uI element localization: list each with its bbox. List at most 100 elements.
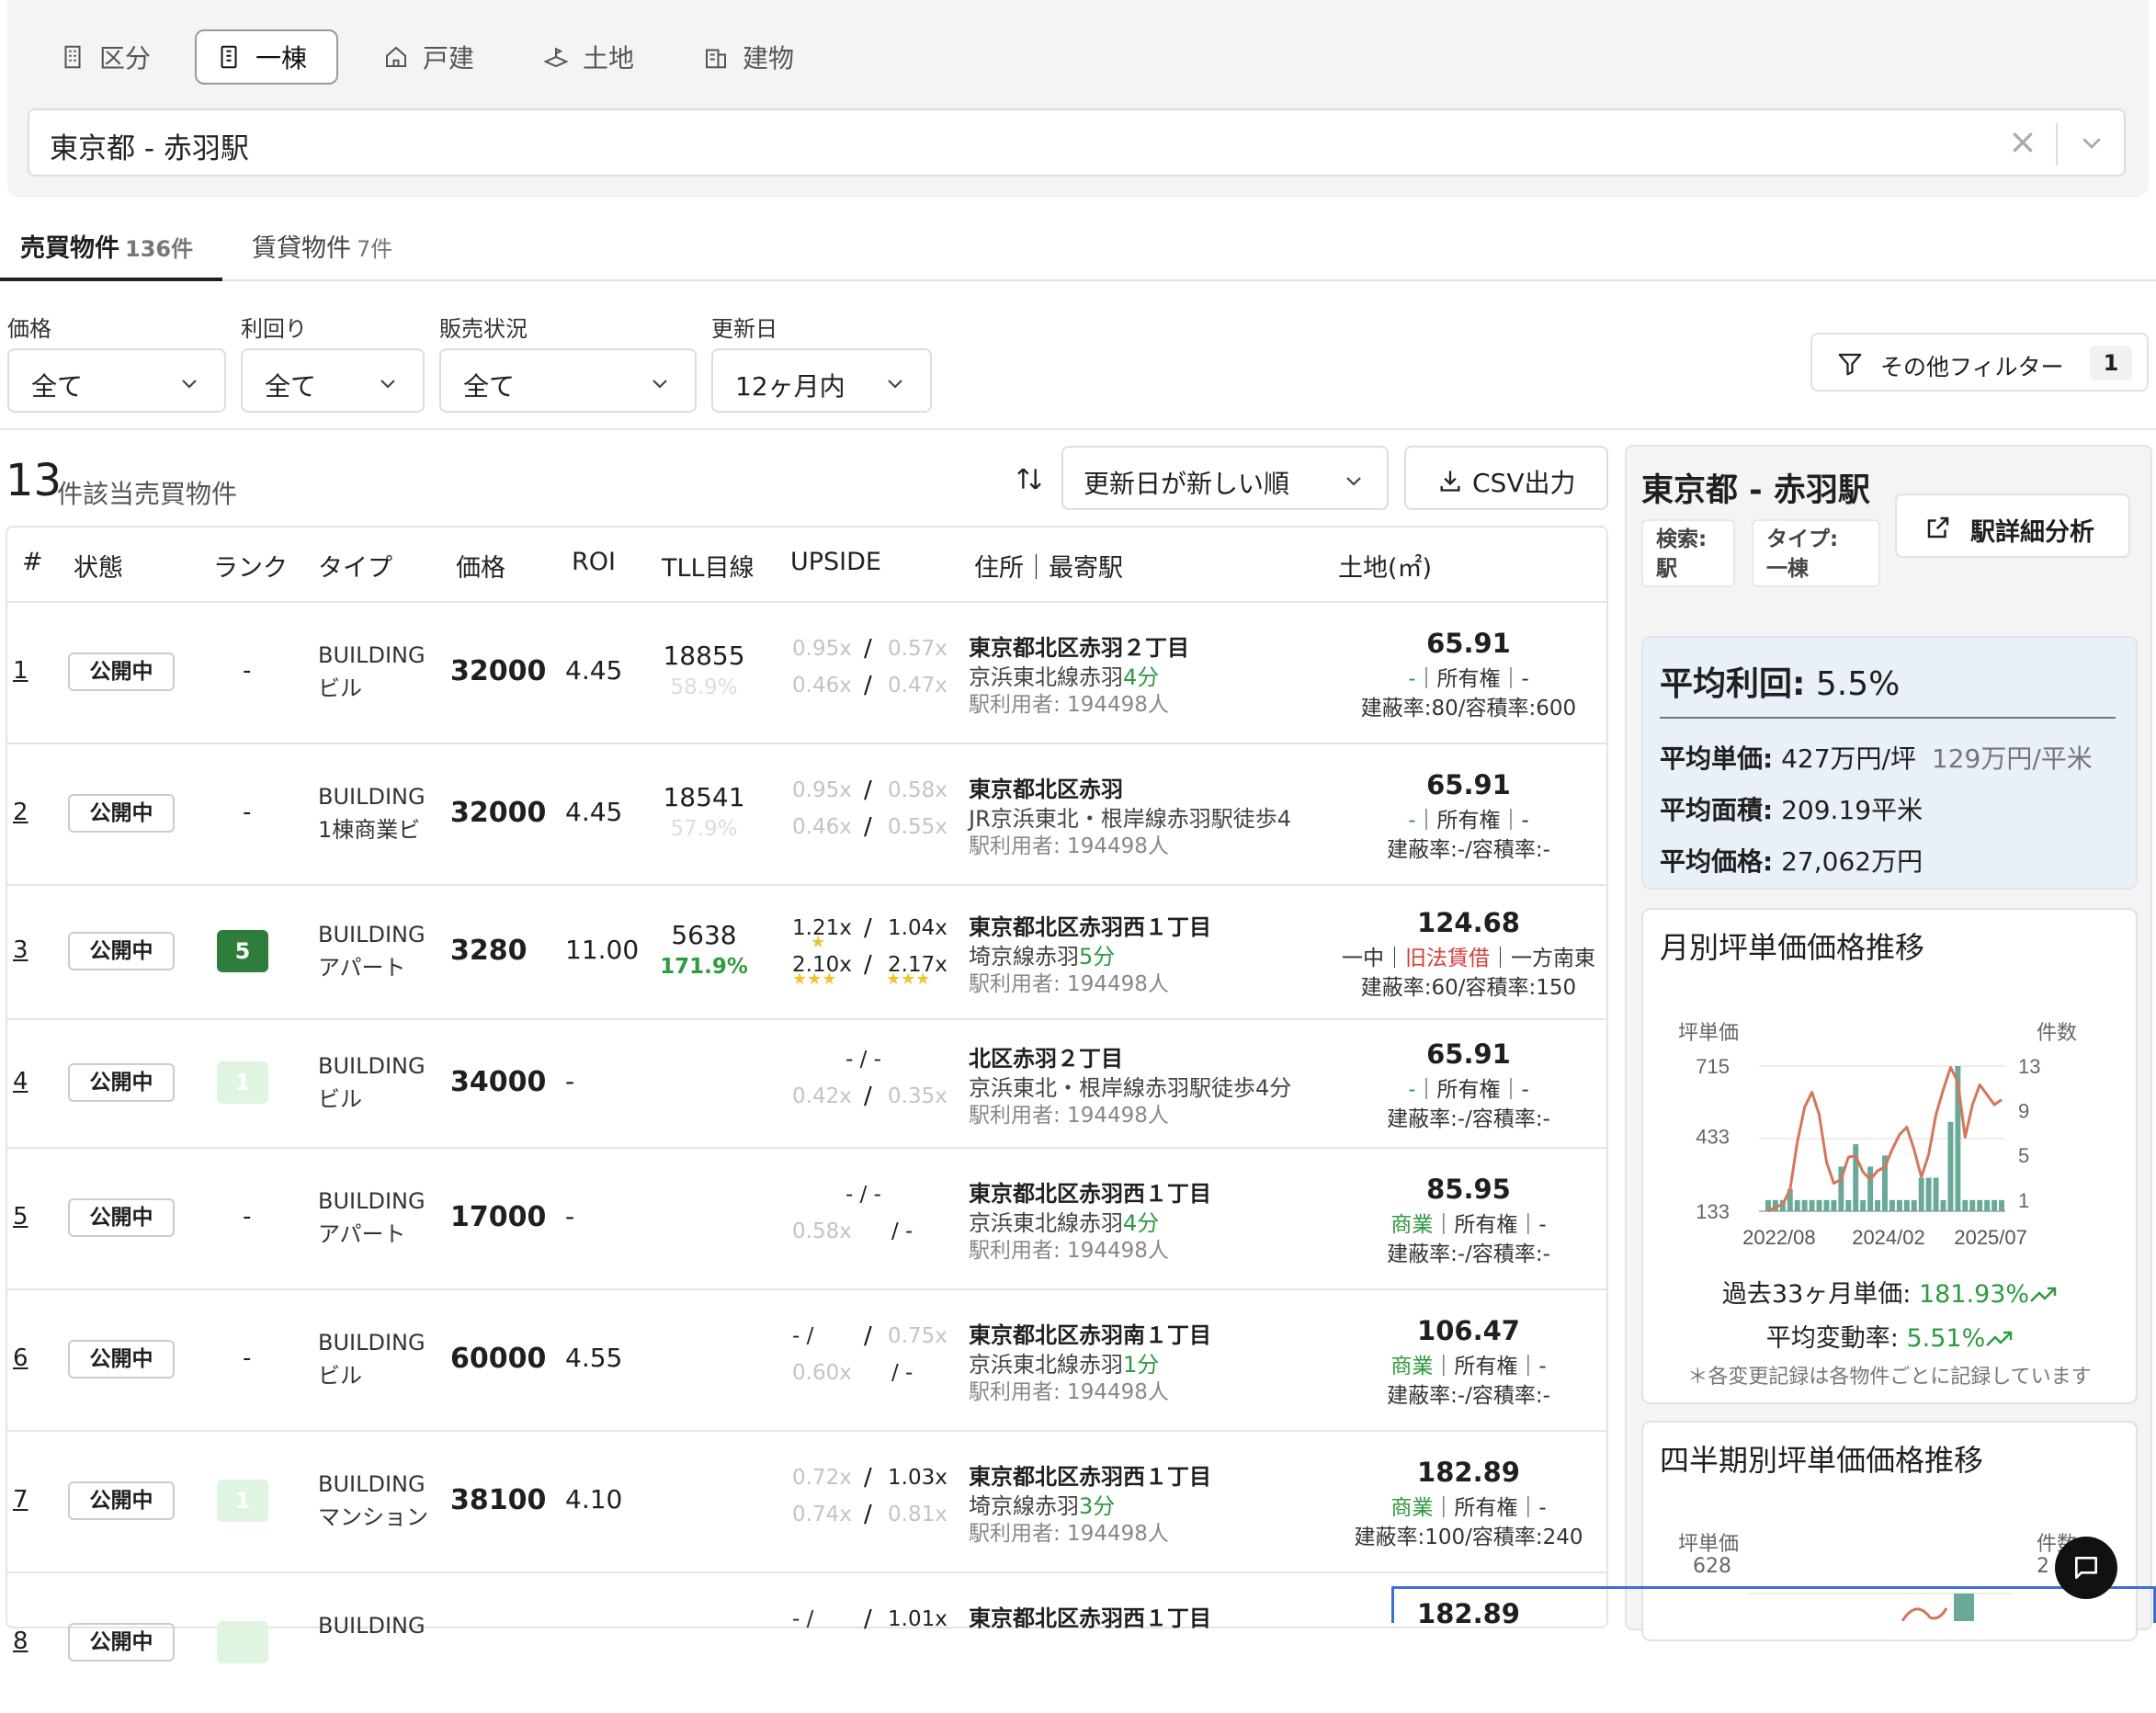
tab-sale[interactable]: 売買物件 136件: [20, 228, 193, 264]
csv-export-button[interactable]: CSV出力: [1404, 446, 1608, 510]
upside-tl: 0.95x: [792, 637, 852, 661]
roi-value: -: [565, 1201, 575, 1231]
chevron-down-icon[interactable]: [2078, 129, 2105, 156]
land-rights: 商業｜所有権｜-: [1322, 1490, 1616, 1521]
location-select[interactable]: 東京都 - 赤羽駅 ×: [28, 108, 2126, 176]
count-bar: [1794, 1199, 1800, 1211]
station-users: 駅利用者: 194498人: [969, 1380, 1169, 1404]
more-filters-button[interactable]: その他フィルター 1: [1810, 333, 2149, 391]
upside-br: 0.55x: [888, 815, 948, 839]
upside-tr: 0.75x: [888, 1324, 948, 1348]
star-rating: ★★★: [792, 970, 837, 989]
property-type-chip: タイプ: 一棟: [1752, 519, 1880, 587]
row-number-link[interactable]: 3: [13, 936, 28, 964]
row-number-link[interactable]: 6: [13, 1344, 28, 1372]
divider: [2056, 123, 2058, 165]
property-tab-0[interactable]: 区分: [40, 29, 169, 85]
count-bar: [1940, 1199, 1946, 1211]
upside-br: 0.47x: [888, 674, 948, 698]
avg-roi: 平均利回: 5.5%: [1660, 657, 1900, 705]
row-number-link[interactable]: 4: [13, 1068, 28, 1095]
count-bar: [1911, 1199, 1917, 1211]
type-sublabel: ビル: [318, 1086, 362, 1112]
upside-br: / -: [891, 1220, 913, 1243]
property-tab-3[interactable]: 土地: [524, 29, 652, 85]
property-tab-4[interactable]: 建物: [684, 29, 812, 85]
tab-rent[interactable]: 賃貸物件 7件: [252, 228, 392, 264]
upside-bl: 0.46x: [792, 674, 852, 698]
road-access: ｜一方南東: [1490, 947, 1595, 970]
left-axis-tick: 433: [1696, 1126, 1730, 1149]
chat-button[interactable]: [2055, 1537, 2117, 1599]
upside-tr: 0.58x: [888, 778, 948, 802]
filter-roi-select[interactable]: 全て: [241, 348, 425, 413]
rank-value: -: [243, 657, 252, 685]
land-area: 182.89: [1417, 1457, 1520, 1488]
upside-slash: /: [864, 672, 872, 699]
status-badge: 公開中: [68, 1063, 175, 1102]
chevron-down-icon: [652, 380, 667, 389]
star-rating: ★★★: [886, 970, 931, 989]
row-number-link[interactable]: 1: [13, 657, 28, 685]
filter-date-value: 12ヶ月内: [735, 371, 845, 402]
upside-tl: - / -: [845, 1183, 881, 1207]
property-tab-2[interactable]: 戸建: [364, 29, 493, 85]
count-bar: [1889, 1199, 1895, 1211]
tower-icon: [221, 45, 237, 69]
sort-select[interactable]: 更新日が新しい順: [1061, 446, 1389, 510]
row-number-link[interactable]: 7: [13, 1486, 28, 1514]
count-bar: [1991, 1199, 1998, 1211]
address: 東京都北区赤羽西１丁目: [969, 1464, 1211, 1490]
type-label: BUILDING: [318, 1613, 426, 1639]
upside-tl: 0.95x: [792, 778, 852, 802]
filter-status-select[interactable]: 全て: [439, 348, 697, 413]
column-header: TLL目線: [662, 554, 755, 583]
row-number-link[interactable]: 5: [13, 1203, 28, 1231]
property-tab-label: 区分: [99, 43, 152, 74]
ownership: ｜所有権｜-: [1415, 667, 1529, 691]
clear-icon[interactable]: ×: [2008, 121, 2037, 162]
count-bar: [1947, 1121, 1954, 1211]
filter-price-select[interactable]: 全て: [7, 348, 226, 413]
avg-unit-value: 427万円/坪: [1781, 743, 1916, 774]
count-bar: [1925, 1177, 1932, 1211]
tab-rent-label: 賃貸物件: [252, 234, 351, 263]
rank-badge: 1: [217, 1061, 268, 1104]
type-sublabel: ビル: [318, 1363, 362, 1389]
type-sublabel: ビル: [318, 675, 362, 701]
search-type-chip: 検索: 駅: [1641, 519, 1735, 587]
zoning: 商業: [1390, 1213, 1434, 1237]
avg-area: 平均面積: 209.19平米: [1660, 790, 1923, 827]
tll-percent: 57.9%: [670, 817, 738, 841]
column-header: 価格: [456, 554, 505, 583]
chevron-down-icon: [182, 380, 197, 389]
row-number-link[interactable]: 8: [13, 1628, 28, 1655]
station-detail-label: 駅詳細分析: [1970, 518, 2094, 547]
type-label: BUILDING: [318, 784, 426, 810]
divider: [0, 428, 2156, 430]
status-badge: 公開中: [68, 932, 175, 970]
filter-price-value: 全て: [31, 371, 84, 402]
station-detail-button[interactable]: 駅詳細分析: [1895, 493, 2130, 558]
station-users: 駅利用者: 194498人: [969, 834, 1169, 858]
more-filters-label: その他フィルター: [1880, 354, 2064, 380]
building-ratio: 建蔽率:100/容積率:240: [1354, 1526, 1583, 1549]
upside-br: 0.35x: [888, 1084, 948, 1108]
property-tab-1[interactable]: 一棟: [195, 29, 338, 85]
sort-icon[interactable]: [1015, 464, 1044, 493]
price-value: 38100: [450, 1484, 547, 1516]
upside-slash: /: [864, 1501, 872, 1528]
result-count-label: 件該当売買物件: [57, 479, 238, 509]
upside-slash: /: [864, 1083, 872, 1110]
count-bar: [1933, 1177, 1939, 1211]
avg-change-label: 平均変動率:: [1765, 1324, 1899, 1353]
avg-change-value: 5.51%: [1906, 1324, 1986, 1353]
tll-percent: 58.9%: [670, 675, 738, 699]
filter-date-select[interactable]: 12ヶ月内: [711, 348, 932, 413]
count-bar: [1999, 1199, 2004, 1211]
monthly-change-label: 過去33ヶ月単価:: [1721, 1280, 1912, 1309]
monthly-change: 過去33ヶ月単価: 181.93%: [1641, 1274, 2138, 1310]
row-number-link[interactable]: 2: [13, 799, 28, 826]
filter-price-label: 価格: [7, 316, 51, 342]
divider: [1660, 717, 2116, 719]
